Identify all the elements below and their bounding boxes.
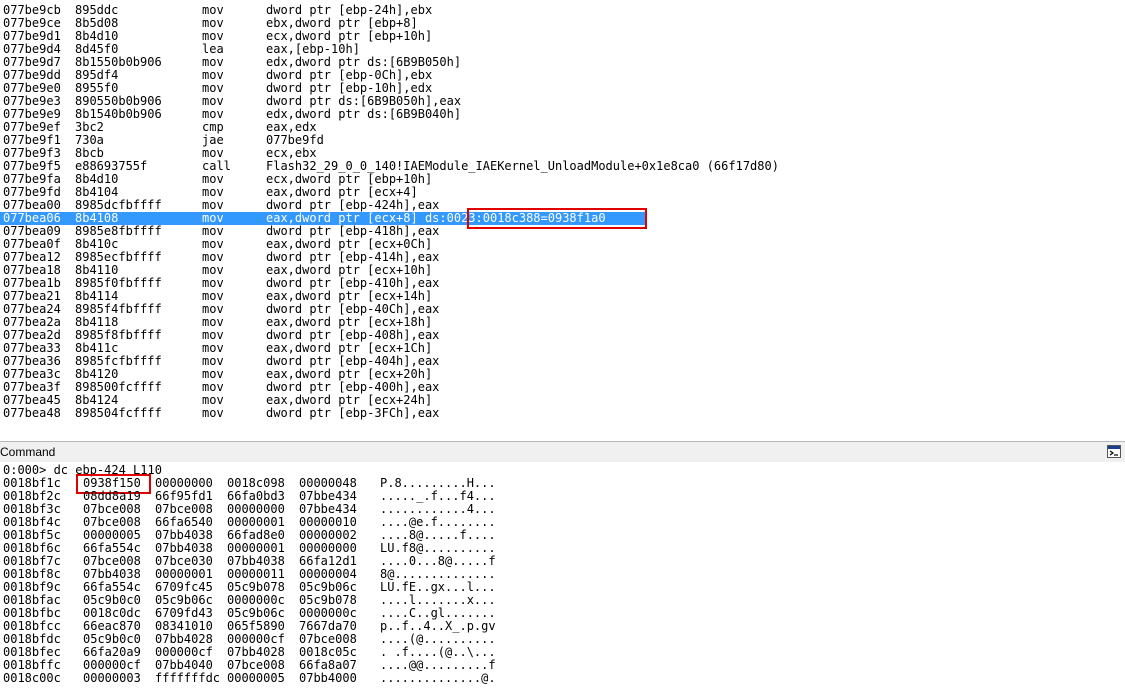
memory-ascii: ..............@. <box>380 671 496 685</box>
disasm-row[interactable]: 077bea09 8985e8fbffff mov dword ptr [ebp-41… <box>0 225 1125 238</box>
disasm-row[interactable]: 077bea3f 898500fcffff mov dword ptr [ebp-40… <box>0 381 1125 394</box>
memory-dump-row: 0018c00c 00000003 fffffffdc 00000005 07bb400… <box>3 672 1103 685</box>
memory-dword: 07bb4000 <box>299 671 357 685</box>
disasm-row[interactable]: 077be9d7 8b1550b0b906 mov edx,dword ptr ds:… <box>0 56 1125 69</box>
disasm-row[interactable]: 077be9dd 895df4 mov dword ptr [ebp-0Ch],ebx <box>0 69 1125 82</box>
disasm-mnemonic: mov <box>202 406 224 420</box>
disasm-row[interactable]: 077bea33 8b411c mov eax,dword ptr [ecx+1Ch] <box>0 342 1125 355</box>
disasm-opcode-bytes: 898504fcffff <box>75 406 162 420</box>
disasm-row[interactable]: 077be9f5 e88693755f call Flash32_29_0_0_140… <box>0 160 1125 173</box>
memory-dword: fffffffdc <box>155 671 221 685</box>
command-window-header: Command <box>0 441 1125 463</box>
disassembly-pane[interactable]: 077be9cb 895ddc mov dword ptr [ebp-24h],ebx… <box>0 0 1125 436</box>
memory-address: 0018c00c <box>3 671 61 685</box>
disasm-row[interactable]: 077bea45 8b4124 mov eax,dword ptr [ecx+24h] <box>0 394 1125 407</box>
disasm-row[interactable]: 077be9fd 8b4104 mov eax,dword ptr [ecx+4] <box>0 186 1125 199</box>
disasm-row[interactable]: 077bea2d 8985f8fbffff mov dword ptr [ebp-40… <box>0 329 1125 342</box>
disasm-row[interactable]: 077be9f1 730a jae 077be9fd <box>0 134 1125 147</box>
disasm-row[interactable]: 077be9e9 8b1540b0b906 mov edx,dword ptr ds:… <box>0 108 1125 121</box>
disasm-row[interactable]: 077be9e0 8955f0 mov dword ptr [ebp-10h],edx <box>0 82 1125 95</box>
disasm-row[interactable]: 077bea48 898504fcffff mov dword ptr [ebp-3F… <box>0 407 1125 420</box>
disasm-row[interactable]: 077bea1b 8985f0fbffff mov dword ptr [ebp-41… <box>0 277 1125 290</box>
command-window-icon[interactable] <box>1107 445 1121 458</box>
disasm-row[interactable]: 077be9cb 895ddc mov dword ptr [ebp-24h],ebx <box>0 4 1125 17</box>
disasm-row[interactable]: 077be9d1 8b4d10 mov ecx,dword ptr [ebp+10h] <box>0 30 1125 43</box>
disasm-row[interactable]: 077be9e3 890550b0b906 mov dword ptr ds:[6B9… <box>0 95 1125 108</box>
disasm-row[interactable]: 077bea12 8985ecfbffff mov dword ptr [ebp-41… <box>0 251 1125 264</box>
command-window-title: Command <box>0 445 56 459</box>
disasm-operands: dword ptr [ebp-3FCh],eax <box>266 406 440 420</box>
memory-dword: 00000003 <box>83 671 141 685</box>
command-output-area[interactable]: 0:000> dc ebp-424 L110 0018bf1c 0938f150 0… <box>0 462 1125 689</box>
disasm-row[interactable]: 077bea18 8b4110 mov eax,dword ptr [ecx+10h] <box>0 264 1125 277</box>
disasm-row[interactable]: 077bea2a 8b4118 mov eax,dword ptr [ecx+18h] <box>0 316 1125 329</box>
disasm-row[interactable]: 077be9d4 8d45f0 lea eax,[ebp-10h] <box>0 43 1125 56</box>
disasm-address: 077bea48 <box>3 406 61 420</box>
disasm-row[interactable]: 077bea24 8985f4fbffff mov dword ptr [ebp-40… <box>0 303 1125 316</box>
disasm-row[interactable]: 077be9fa 8b4d10 mov ecx,dword ptr [ebp+10h] <box>0 173 1125 186</box>
disasm-row[interactable]: 077be9ef 3bc2 cmp eax,edx <box>0 121 1125 134</box>
disasm-row[interactable]: 077be9ce 8b5d08 mov ebx,dword ptr [ebp+8] <box>0 17 1125 30</box>
memory-dword: 00000005 <box>227 671 285 685</box>
disasm-row[interactable]: 077bea36 8985fcfbffff mov dword ptr [ebp-40… <box>0 355 1125 368</box>
disasm-row[interactable]: 077bea21 8b4114 mov eax,dword ptr [ecx+14h] <box>0 290 1125 303</box>
disasm-row[interactable]: 077bea3c 8b4120 mov eax,dword ptr [ecx+20h] <box>0 368 1125 381</box>
disasm-row[interactable]: 077bea0f 8b410c mov eax,dword ptr [ecx+0Ch] <box>0 238 1125 251</box>
